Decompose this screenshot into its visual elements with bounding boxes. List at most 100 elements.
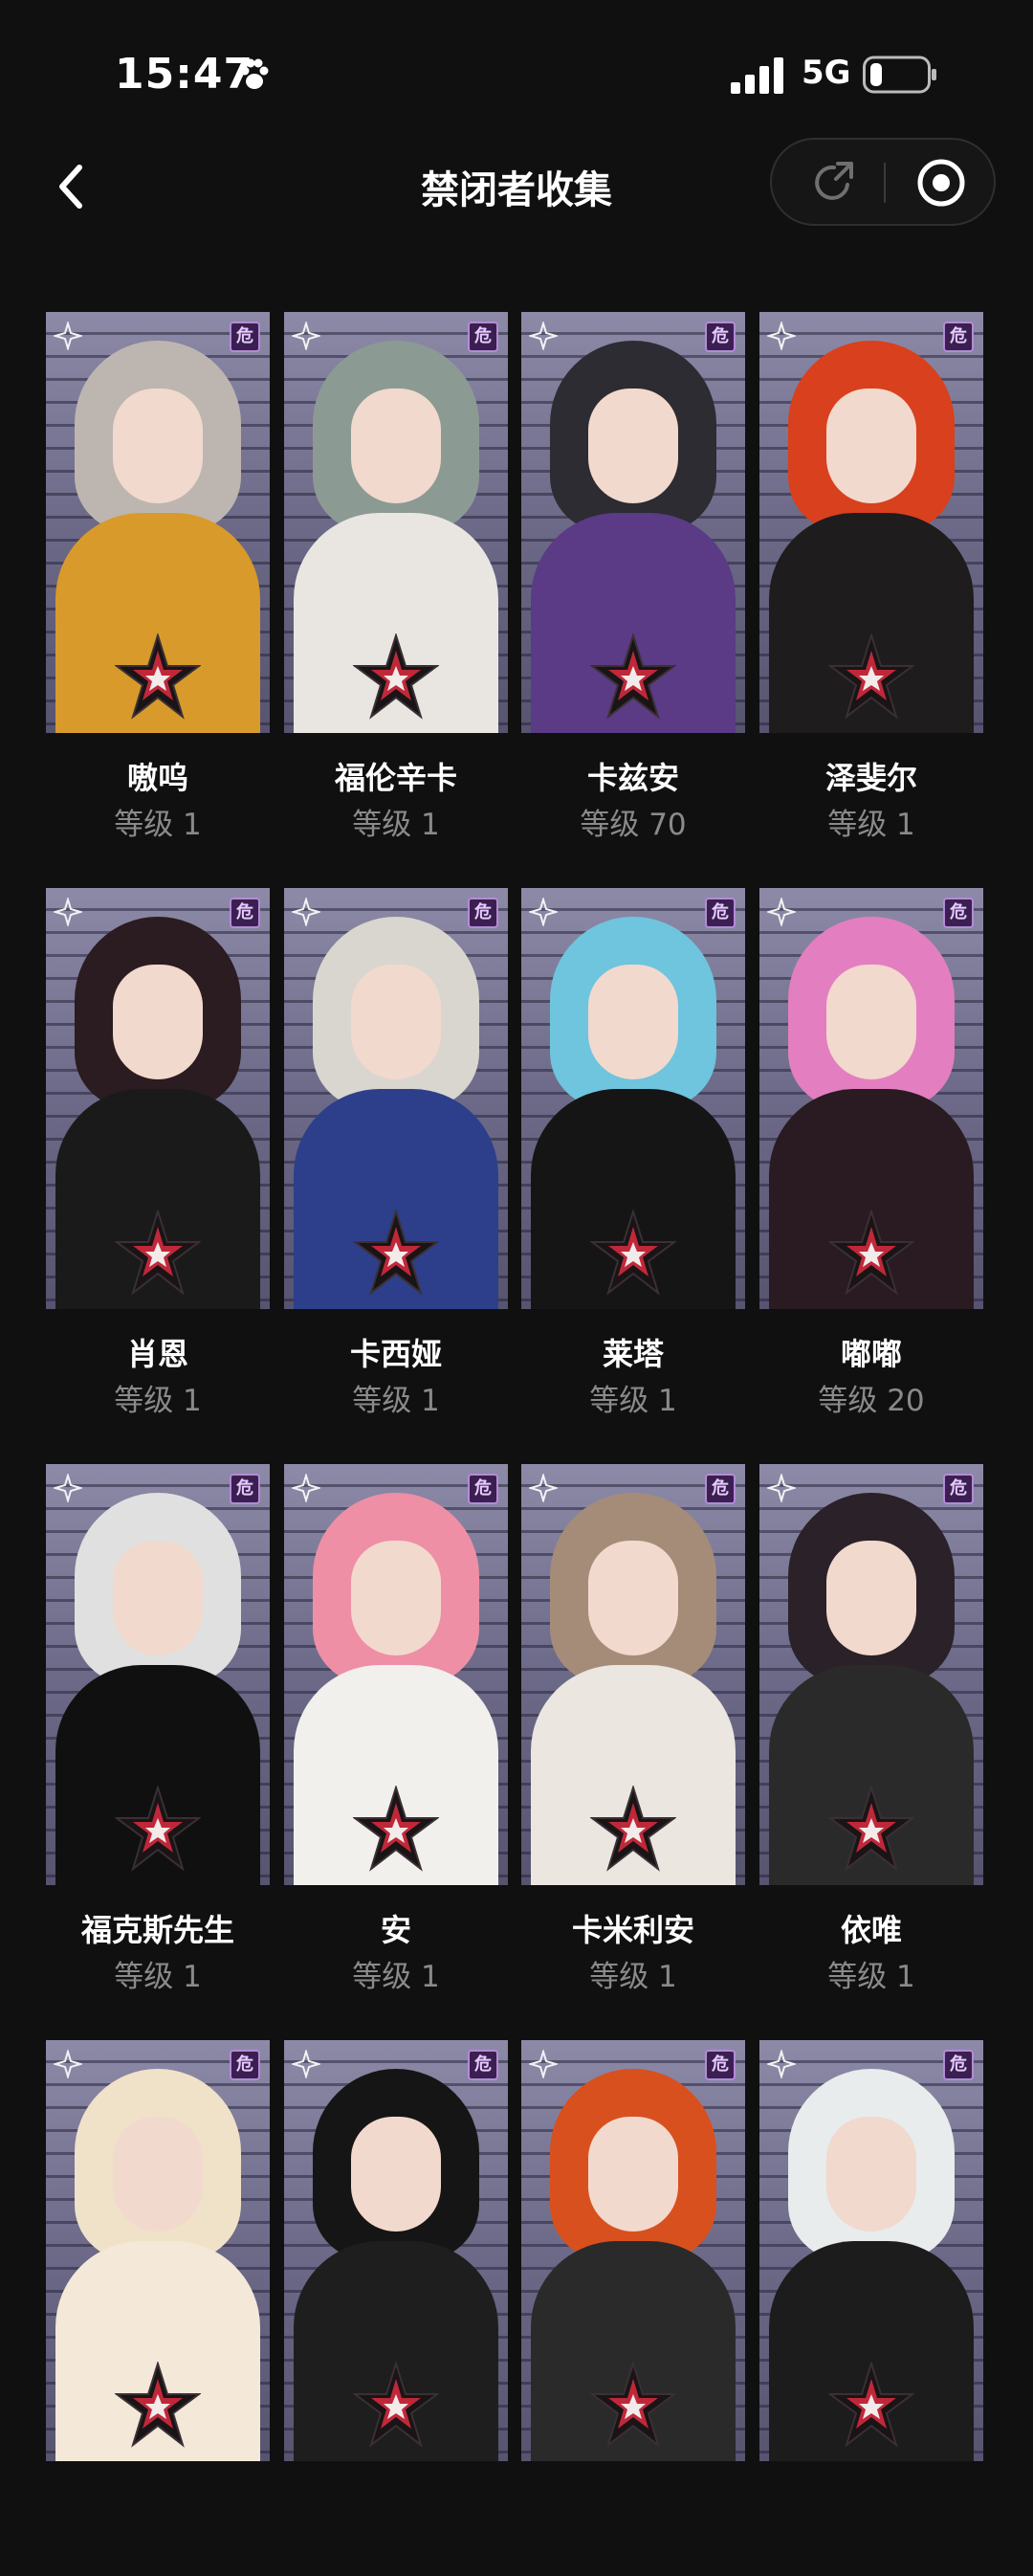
danger-badge: 危 xyxy=(705,322,736,352)
mini-program-capsule xyxy=(770,138,996,226)
character-card[interactable]: 危莱塔等级 1 xyxy=(521,888,745,1424)
character-name: 福克斯先生 xyxy=(80,1912,234,1948)
character-name: 肖恩 xyxy=(126,1336,188,1372)
share-icon xyxy=(815,162,853,200)
target-icon xyxy=(917,159,965,207)
star-emblem-icon xyxy=(115,633,201,720)
character-card[interactable]: 危嘟嘟等级 20 xyxy=(759,888,983,1424)
character-card[interactable]: 危卡兹安等级 70 xyxy=(521,312,745,848)
danger-badge: 危 xyxy=(468,322,498,352)
rarity-icon xyxy=(767,2050,796,2078)
character-portrait: 危 xyxy=(46,312,270,733)
danger-badge: 危 xyxy=(705,898,736,928)
character-level: 等级 1 xyxy=(114,1960,202,1994)
character-portrait: 危 xyxy=(759,1464,983,1885)
star-emblem-icon xyxy=(353,633,439,720)
rarity-icon xyxy=(292,322,320,350)
capsule-divider xyxy=(884,163,886,203)
character-portrait: 危 xyxy=(46,2040,270,2461)
character-card[interactable]: 危嗷呜 等级 1 xyxy=(46,312,270,848)
close-target-button[interactable] xyxy=(912,153,971,212)
character-face xyxy=(588,965,678,1079)
character-card[interactable]: 危肖恩等级 1 xyxy=(46,888,270,1424)
character-level: 等级 1 xyxy=(352,808,440,842)
rarity-icon xyxy=(767,898,796,926)
character-portrait: 危 xyxy=(284,312,508,733)
character-card[interactable]: 危福克斯先生等级 1 xyxy=(46,1464,270,2000)
character-face xyxy=(351,2117,441,2232)
character-level: 等级 1 xyxy=(827,808,915,842)
character-level: 等级 1 xyxy=(352,1960,440,1994)
character-face xyxy=(351,965,441,1079)
character-name: 安 xyxy=(380,1912,411,1948)
danger-badge: 危 xyxy=(230,322,260,352)
rarity-icon xyxy=(529,898,558,926)
character-card[interactable]: 危卡西娅 等级 1 xyxy=(284,888,508,1424)
character-name: 卡西娅 xyxy=(349,1336,442,1372)
character-card[interactable]: 危泽斐尔 等级 1 xyxy=(759,312,983,848)
star-emblem-icon xyxy=(590,1210,676,1296)
character-name: 卡兹安 xyxy=(586,760,679,796)
character-name: 嘟嘟 xyxy=(840,1336,902,1372)
character-portrait: 危 xyxy=(46,888,270,1309)
star-emblem-icon xyxy=(353,1210,439,1296)
danger-badge: 危 xyxy=(705,1474,736,1504)
signal-icon xyxy=(731,57,783,94)
character-card[interactable]: 危 xyxy=(521,2040,745,2576)
danger-badge: 危 xyxy=(943,2050,974,2080)
danger-badge: 危 xyxy=(230,2050,260,2080)
rarity-icon xyxy=(54,2050,82,2078)
character-portrait: 危 xyxy=(759,312,983,733)
battery-icon xyxy=(863,56,936,94)
character-portrait: 危 xyxy=(759,2040,983,2461)
danger-badge: 危 xyxy=(468,898,498,928)
rarity-icon xyxy=(767,322,796,350)
rarity-icon xyxy=(767,1474,796,1502)
rarity-icon xyxy=(54,322,82,350)
character-card[interactable]: 危 xyxy=(759,2040,983,2576)
star-emblem-icon xyxy=(590,633,676,720)
character-level: 等级 70 xyxy=(580,808,687,842)
character-level: 等级 20 xyxy=(818,1384,925,1418)
paw-icon xyxy=(240,58,269,89)
character-level: 等级 1 xyxy=(114,808,202,842)
character-card[interactable]: 危卡米利安 等级 1 xyxy=(521,1464,745,2000)
character-card[interactable]: 危福伦辛卡等级 1 xyxy=(284,312,508,848)
danger-badge: 危 xyxy=(705,2050,736,2080)
danger-badge: 危 xyxy=(230,1474,260,1504)
rarity-icon xyxy=(529,322,558,350)
rarity-icon xyxy=(292,898,320,926)
star-emblem-icon xyxy=(115,2362,201,2448)
character-portrait: 危 xyxy=(521,888,745,1309)
character-face xyxy=(588,1541,678,1655)
character-face xyxy=(826,1541,916,1655)
star-emblem-icon xyxy=(590,1786,676,1872)
character-face xyxy=(826,389,916,503)
rarity-icon xyxy=(529,1474,558,1502)
character-card[interactable]: 危 xyxy=(46,2040,270,2576)
character-card[interactable]: 危 xyxy=(284,2040,508,2576)
character-portrait: 危 xyxy=(284,888,508,1309)
danger-badge: 危 xyxy=(468,2050,498,2080)
star-emblem-icon xyxy=(353,2362,439,2448)
danger-badge: 危 xyxy=(230,898,260,928)
character-face xyxy=(113,389,203,503)
character-portrait: 危 xyxy=(284,2040,508,2461)
rarity-icon xyxy=(292,2050,320,2078)
rarity-icon xyxy=(292,1474,320,1502)
star-emblem-icon xyxy=(828,633,914,720)
character-name: 莱塔 xyxy=(602,1336,664,1372)
character-card[interactable]: 危依唯 等级 1 xyxy=(759,1464,983,2000)
character-level: 等级 1 xyxy=(589,1384,677,1418)
character-face xyxy=(113,965,203,1079)
character-face xyxy=(113,2117,203,2232)
danger-badge: 危 xyxy=(943,898,974,928)
character-level: 等级 1 xyxy=(827,1960,915,1994)
character-card[interactable]: 危安等级 1 xyxy=(284,1464,508,2000)
rarity-icon xyxy=(54,898,82,926)
character-name: 福伦辛卡 xyxy=(334,760,457,796)
character-face xyxy=(351,1541,441,1655)
character-level: 等级 1 xyxy=(114,1384,202,1418)
share-button[interactable] xyxy=(804,153,864,212)
danger-badge: 危 xyxy=(943,322,974,352)
